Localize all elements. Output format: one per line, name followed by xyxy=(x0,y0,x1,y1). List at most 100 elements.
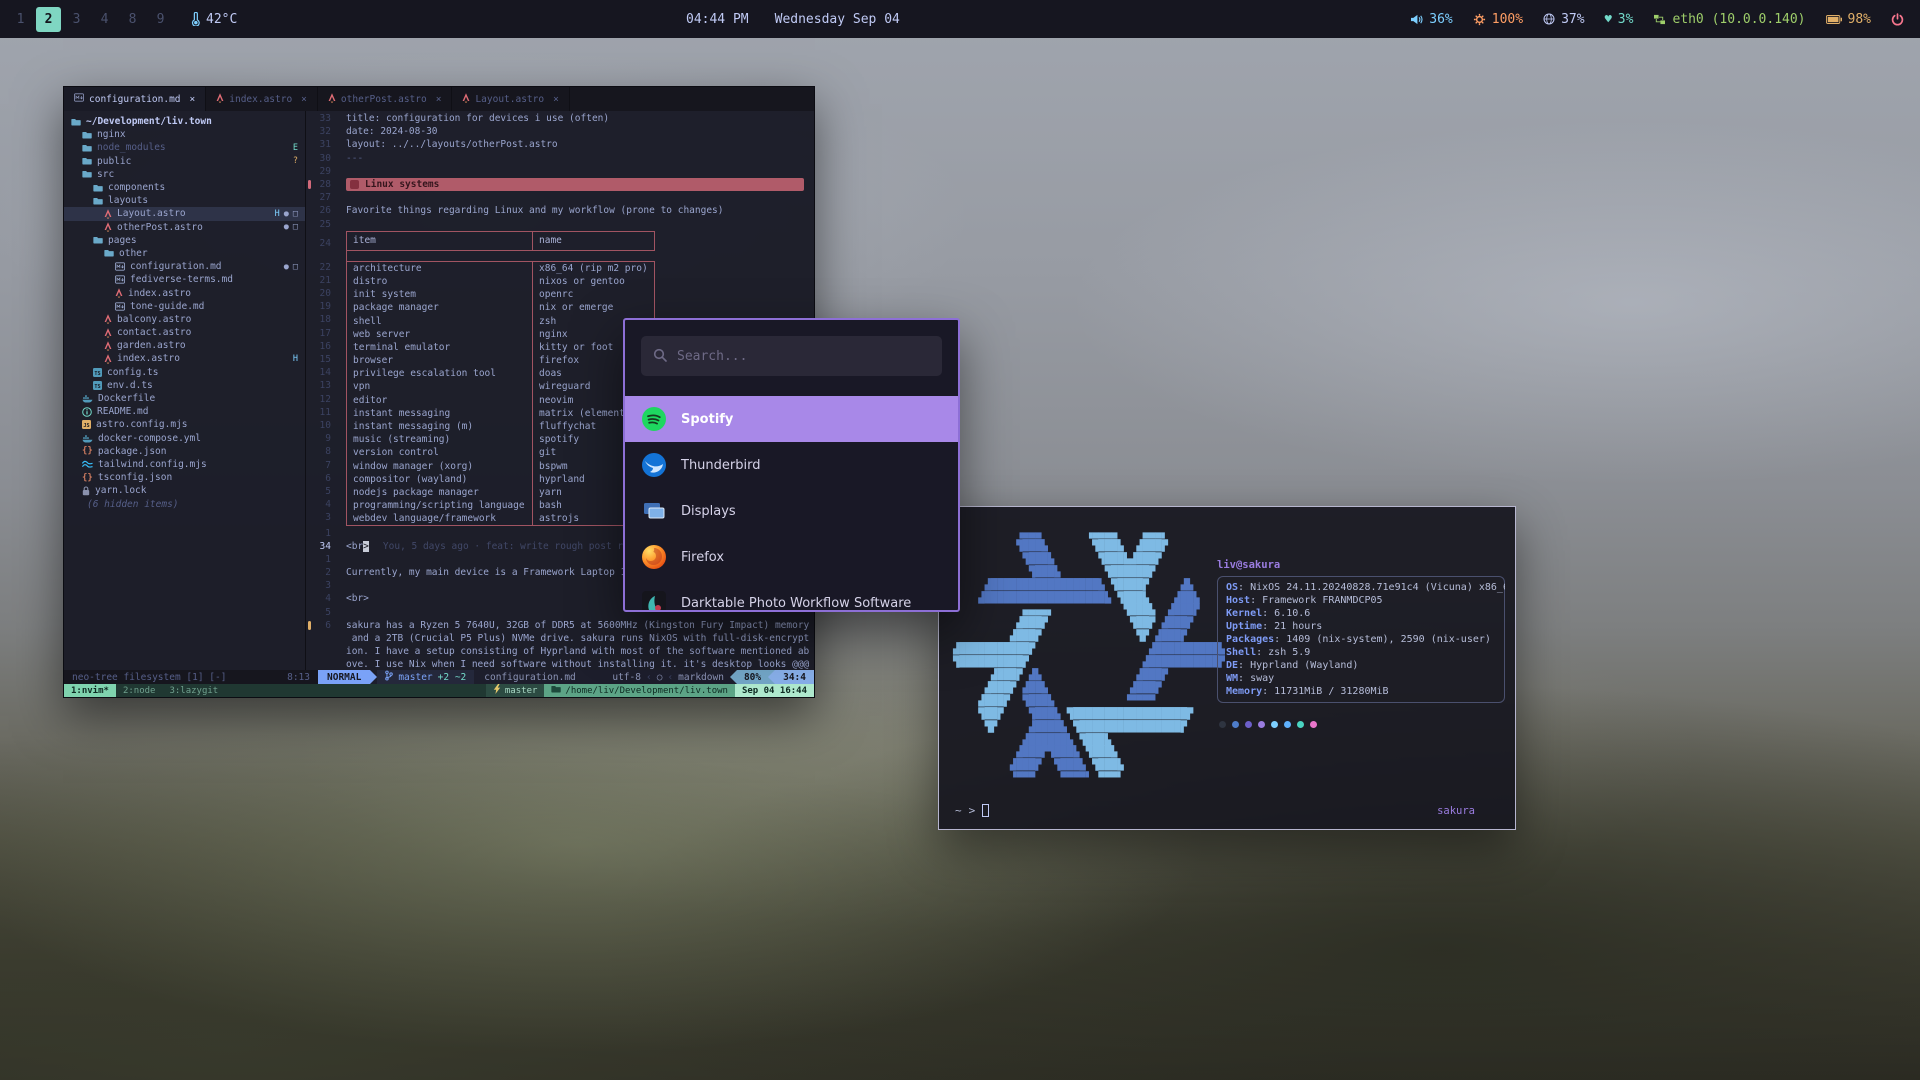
tab-configuration.md[interactable]: configuration.md× xyxy=(64,87,206,111)
app-item-thunderbird[interactable]: Thunderbird xyxy=(625,442,958,488)
tree-item[interactable]: TSenv.d.ts xyxy=(64,379,305,392)
fetch-label: OS xyxy=(1226,582,1238,593)
nixos-logo: ▗▄▄▄ ▗▄▄▄▄ ▄▄▄▖ ▜███▙ ▜███▙ ▟███▛ ▜███▙ … xyxy=(953,527,1225,785)
app-item-firefox[interactable]: Firefox xyxy=(625,534,958,580)
workspace-8[interactable]: 8 xyxy=(120,7,145,32)
shell-prompt[interactable]: ~ > xyxy=(955,804,989,817)
app-label: Thunderbird xyxy=(681,458,761,473)
tree-item[interactable]: yarn.lock xyxy=(64,484,305,497)
table-cell-name: x86_64 (rip m2 pro) xyxy=(533,262,654,275)
tree-item-label: balcony.astro xyxy=(117,314,191,325)
module-volume[interactable]: 36% xyxy=(1410,12,1452,27)
workspace-3[interactable]: 3 xyxy=(64,7,89,32)
tree-item[interactable]: contact.astro xyxy=(64,326,305,339)
table-cell-item: version control xyxy=(347,446,533,459)
module-disk[interactable]: 37% xyxy=(1543,12,1584,27)
close-icon[interactable]: × xyxy=(190,94,196,105)
tree-item[interactable]: src xyxy=(64,168,305,181)
tab-index.astro[interactable]: index.astro× xyxy=(206,87,318,111)
tree-item-label: configuration.md xyxy=(130,261,222,272)
file-tree[interactable]: ~/Development/liv.townnginxnode_modulesE… xyxy=(64,111,306,670)
tree-item[interactable]: public? xyxy=(64,155,305,168)
tree-item-label: env.d.ts xyxy=(107,380,153,391)
tree-item[interactable]: balcony.astro xyxy=(64,313,305,326)
editor-text: sakura has a Ryzen 5 7640U, 32GB of DDR5… xyxy=(340,620,809,631)
tree-item[interactable]: index.astro xyxy=(64,286,305,299)
line-number: 31 xyxy=(306,139,340,150)
table-header-box: itemname xyxy=(346,231,655,251)
table-cell-name: nixos or gentoo xyxy=(533,275,654,288)
tree-item[interactable]: Dockerfile xyxy=(64,392,305,405)
astro-icon xyxy=(104,314,112,324)
tree-item[interactable]: other xyxy=(64,247,305,260)
close-icon[interactable]: × xyxy=(436,94,442,105)
astro-icon xyxy=(216,93,224,106)
module-brightness[interactable]: 100% xyxy=(1473,12,1523,27)
astro-icon xyxy=(104,328,112,338)
workspace-2[interactable]: 2 xyxy=(36,7,61,32)
fetch-value: : 21 hours xyxy=(1262,621,1322,632)
tab-otherPost.astro[interactable]: otherPost.astro× xyxy=(318,87,453,111)
app-item-darktable[interactable]: Darktable Photo Workflow Software xyxy=(625,580,958,612)
tree-item[interactable]: ~/Development/liv.town xyxy=(64,115,305,128)
js-icon: JS xyxy=(82,420,91,429)
app-item-spotify[interactable]: Spotify xyxy=(625,396,958,442)
tree-item[interactable]: tailwind.config.mjs xyxy=(64,458,305,471)
tree-item-label: contact.astro xyxy=(117,327,191,338)
close-icon[interactable]: × xyxy=(301,94,307,105)
fetch-info-line: WM: sway xyxy=(1226,672,1496,685)
fetch-info-line: Uptime: 21 hours xyxy=(1226,620,1496,633)
tmux-window-2:node[interactable]: 2:node xyxy=(116,684,163,697)
heart-icon: ♥ xyxy=(1605,13,1612,25)
table-cell-name: nix or emerge xyxy=(533,301,654,314)
temperature-value: 42°C xyxy=(206,12,237,27)
tree-item[interactable]: README.md xyxy=(64,405,305,418)
tree-item[interactable]: otherPost.astro●□ xyxy=(64,221,305,234)
tree-item[interactable]: JSastro.config.mjs xyxy=(64,418,305,431)
module-power[interactable] xyxy=(1891,13,1904,26)
tmux-window-1:nvim*[interactable]: 1:nvim* xyxy=(64,684,116,697)
tree-item[interactable]: Layout.astroH●□ xyxy=(64,207,305,220)
app-launcher[interactable]: Spotify Thunderbird DisplaysFirefoxDarktab… xyxy=(623,318,960,612)
palette-dot xyxy=(1284,721,1291,728)
workspace-1[interactable]: 1 xyxy=(8,7,33,32)
tab-Layout.astro[interactable]: Layout.astro× xyxy=(452,87,569,111)
tree-item[interactable]: layouts xyxy=(64,194,305,207)
tree-item[interactable]: {}tsconfig.json xyxy=(64,471,305,484)
editor-heading-line: 28Linux systems xyxy=(306,178,814,191)
search-input[interactable] xyxy=(677,349,930,364)
tree-item-label: otherPost.astro xyxy=(117,222,203,233)
tabline: configuration.md×index.astro×otherPost.a… xyxy=(64,87,814,111)
fetch-value: : sway xyxy=(1238,673,1274,684)
tree-item[interactable]: node_modulesE xyxy=(64,141,305,154)
editor-text: and a 2TB (Crucial P5 Plus) NVMe drive. … xyxy=(340,633,809,644)
app-item-displays[interactable]: Displays xyxy=(625,488,958,534)
workspace-9[interactable]: 9 xyxy=(148,7,173,32)
module-battery[interactable]: 98% xyxy=(1826,12,1871,27)
search-box[interactable] xyxy=(641,336,942,376)
editor-text: ove. I use Nix when I need software with… xyxy=(340,659,809,670)
thunderbird-icon xyxy=(641,452,667,478)
tree-item[interactable]: components xyxy=(64,181,305,194)
table-cell-name: openrc xyxy=(533,288,654,301)
workspace-4[interactable]: 4 xyxy=(92,7,117,32)
close-icon[interactable]: × xyxy=(553,94,559,105)
tree-item[interactable]: {}package.json xyxy=(64,445,305,458)
folder-icon xyxy=(82,157,92,165)
tree-item[interactable]: tone-guide.md xyxy=(64,300,305,313)
tree-item[interactable]: configuration.md●□ xyxy=(64,260,305,273)
tree-item[interactable]: index.astroH xyxy=(64,352,305,365)
terminal-window[interactable]: ▗▄▄▄ ▗▄▄▄▄ ▄▄▄▖ ▜███▙ ▜███▙ ▟███▛ ▜███▙ … xyxy=(938,506,1516,830)
tmux-window-3:lazygit[interactable]: 3:lazygit xyxy=(162,684,225,697)
tree-item[interactable]: (6 hidden items) xyxy=(64,497,305,510)
line-number: 4 xyxy=(306,593,340,604)
module-network[interactable]: eth0 (10.0.0.140) xyxy=(1653,12,1805,27)
tree-item[interactable]: docker-compose.yml xyxy=(64,432,305,445)
tree-item[interactable]: TSconfig.ts xyxy=(64,366,305,379)
module-load[interactable]: ♥3% xyxy=(1605,12,1634,27)
gear-icon xyxy=(1473,13,1486,26)
tree-item[interactable]: pages xyxy=(64,234,305,247)
tree-item[interactable]: nginx xyxy=(64,128,305,141)
tree-item[interactable]: garden.astro xyxy=(64,339,305,352)
tree-item[interactable]: fediverse-terms.md xyxy=(64,273,305,286)
